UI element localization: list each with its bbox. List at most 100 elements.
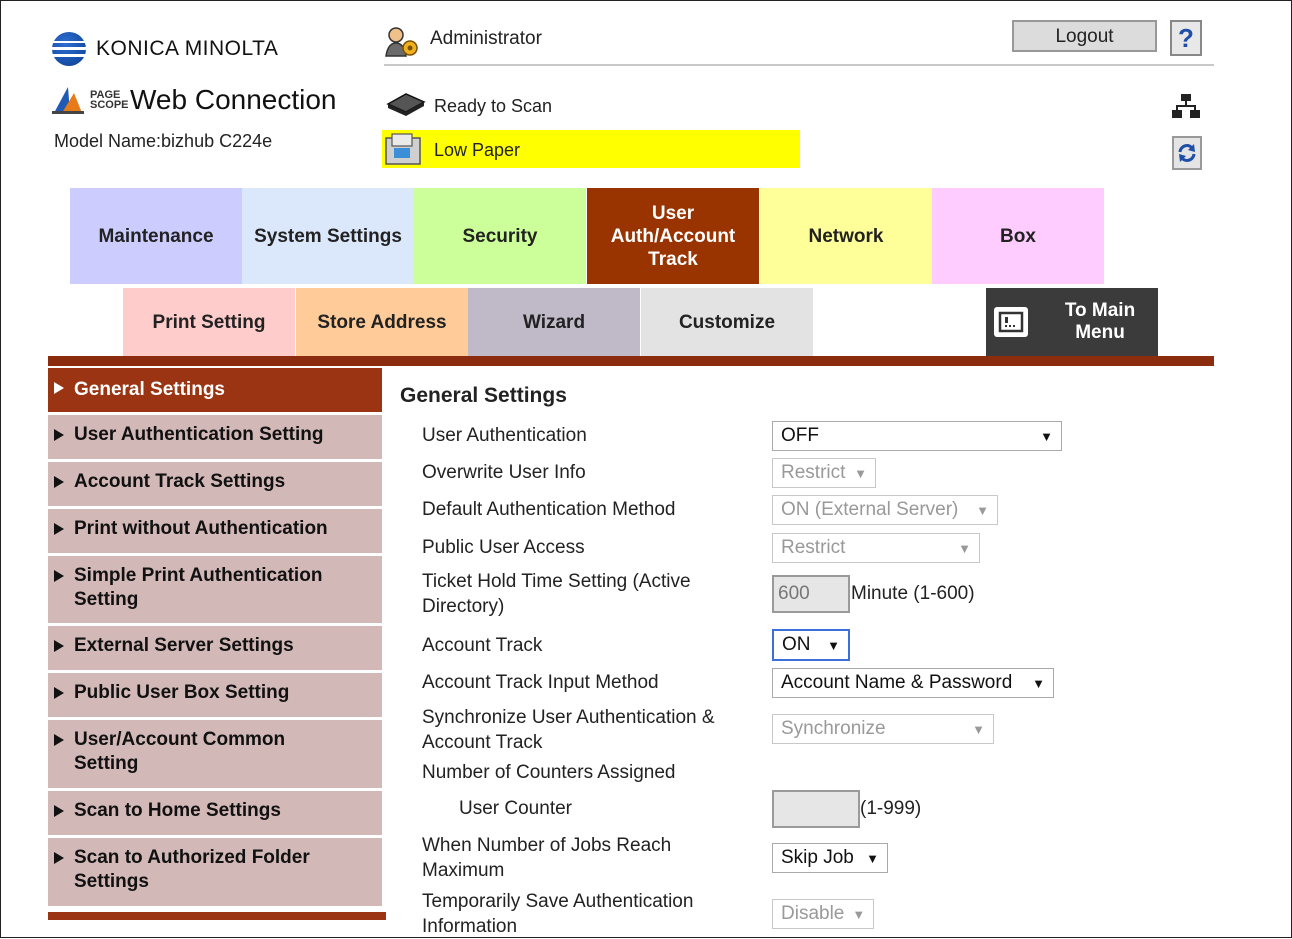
page-title: General Settings — [400, 384, 567, 407]
tab-label: Wizard — [522, 311, 586, 333]
to-main-menu-button[interactable]: To Main Menu — [986, 288, 1158, 356]
arrow-icon — [54, 805, 64, 817]
tab-user-auth-account-track[interactable]: User Auth/Account Track — [587, 188, 759, 284]
sidebar-item-label: Simple Print Authentication Setting — [74, 565, 323, 610]
main-menu-icon — [994, 307, 1028, 337]
sidebar-item-simple-print-authentication[interactable]: Simple Print Authentication Setting — [48, 556, 382, 623]
user-authentication-label: User Authentication — [422, 425, 587, 446]
jobs-reach-maximum-label: When Number of Jobs Reach Maximum — [422, 835, 672, 881]
scanner-icon — [386, 93, 426, 116]
refresh-button[interactable] — [1172, 136, 1202, 170]
sidebar: General Settings User Authentication Set… — [48, 368, 382, 909]
dropdown-arrow-icon: ▼ — [976, 502, 989, 518]
network-icon[interactable] — [1172, 92, 1200, 120]
dropdown-arrow-icon: ▼ — [854, 465, 867, 481]
select-value: Disable — [781, 903, 845, 924]
tab-network[interactable]: Network — [760, 188, 932, 284]
select-value: Restrict — [781, 537, 846, 558]
pagescope-logo: PAGE SCOPE Web Connection — [52, 84, 337, 116]
arrow-icon — [54, 687, 64, 699]
default-auth-method-label: Default Authentication Method — [422, 499, 676, 520]
user-authentication-select[interactable]: OFF ▼ — [772, 421, 1062, 451]
tab-security[interactable]: Security — [414, 188, 586, 284]
tab-print-setting[interactable]: Print Setting — [123, 288, 295, 356]
temp-save-auth-select[interactable]: Disable ▼ — [772, 899, 874, 929]
tab-customize[interactable]: Customize — [641, 288, 813, 356]
dropdown-arrow-icon: ▼ — [827, 637, 840, 653]
tab-box[interactable]: Box — [932, 188, 1104, 284]
tab-label: Store Address — [317, 311, 447, 333]
select-value: OFF — [781, 425, 819, 446]
help-button[interactable]: ? — [1170, 20, 1202, 56]
sidebar-item-user-authentication-setting[interactable]: User Authentication Setting — [48, 415, 382, 459]
header-divider — [384, 64, 1214, 66]
public-user-access-label: Public User Access — [422, 537, 585, 558]
select-value: Account Name & Password — [781, 672, 1013, 693]
content-divider — [48, 356, 1214, 366]
pagescope-text: PAGE SCOPE — [90, 89, 129, 111]
logout-button[interactable]: Logout — [1012, 20, 1157, 52]
dropdown-arrow-icon: ▼ — [1032, 675, 1045, 691]
select-value: ON (External Server) — [781, 499, 959, 520]
dropdown-arrow-icon: ▼ — [852, 906, 866, 922]
public-user-access-select[interactable]: Restrict ▼ — [772, 533, 980, 563]
arrow-icon — [54, 476, 64, 488]
ticket-hold-time-input[interactable]: 600 — [772, 575, 850, 613]
sidebar-item-label: Account Track Settings — [74, 471, 286, 492]
sidebar-item-label: External Server Settings — [74, 635, 294, 656]
sidebar-item-label: Print without Authentication — [74, 518, 328, 539]
device-status: Ready to Scan — [434, 96, 553, 116]
refresh-icon — [1178, 144, 1196, 162]
sidebar-item-external-server-settings[interactable]: External Server Settings — [48, 626, 382, 670]
account-track-select[interactable]: ON ▼ — [772, 629, 850, 661]
sidebar-item-print-without-authentication[interactable]: Print without Authentication — [48, 509, 382, 553]
sidebar-item-account-track-settings[interactable]: Account Track Settings — [48, 462, 382, 506]
arrow-icon — [54, 523, 64, 535]
sidebar-item-public-user-box-setting[interactable]: Public User Box Setting — [48, 673, 382, 717]
tab-label: Customize — [678, 311, 776, 333]
sidebar-bottom-bar — [48, 912, 386, 920]
synchronize-select[interactable]: Synchronize ▼ — [772, 714, 994, 744]
arrow-icon — [54, 382, 64, 394]
temp-save-auth-label: Temporarily Save Authentication Informat… — [422, 891, 694, 937]
dropdown-arrow-icon: ▼ — [972, 721, 985, 737]
sidebar-item-label: User/Account Common Setting — [74, 729, 286, 774]
user-counter-input[interactable] — [772, 790, 860, 828]
tab-wizard[interactable]: Wizard — [468, 288, 640, 356]
tab-label: Security — [462, 225, 538, 247]
account-track-input-method-label: Account Track Input Method — [422, 672, 659, 693]
tab-system-settings[interactable]: System Settings — [242, 188, 414, 284]
globe-icon — [52, 32, 86, 66]
overwrite-user-info-label: Overwrite User Info — [422, 462, 586, 483]
account-track-input-method-select[interactable]: Account Name & Password ▼ — [772, 668, 1054, 698]
sidebar-item-label: Scan to Home Settings — [74, 800, 281, 821]
arrow-icon — [54, 734, 64, 746]
brand-name: KONICA MINOLTA — [96, 37, 279, 60]
product-name: Web Connection — [130, 84, 337, 115]
select-value: Synchronize — [781, 718, 886, 739]
tab-maintenance[interactable]: Maintenance — [70, 188, 242, 284]
synchronize-label: Synchronize User Authentication & Accoun… — [422, 707, 715, 753]
dropdown-arrow-icon: ▼ — [958, 540, 971, 556]
arrow-icon — [54, 852, 64, 864]
sidebar-item-scan-to-authorized-folder[interactable]: Scan to Authorized Folder Settings — [48, 838, 382, 906]
sidebar-item-general-settings[interactable]: General Settings — [48, 368, 382, 412]
sidebar-item-user-account-common-setting[interactable]: User/Account Common Setting — [48, 720, 382, 788]
overwrite-user-info-select[interactable]: Restrict ▼ — [772, 458, 876, 488]
sidebar-item-scan-to-home-settings[interactable]: Scan to Home Settings — [48, 791, 382, 835]
tab-label: Network — [808, 225, 884, 247]
default-auth-method-select[interactable]: ON (External Server) ▼ — [772, 495, 998, 525]
sidebar-item-label: General Settings — [74, 379, 225, 400]
jobs-reach-maximum-select[interactable]: Skip Job ▼ — [772, 843, 888, 873]
administrator-icon — [385, 27, 418, 57]
tab-label: Box — [1000, 225, 1036, 247]
pagescope-icon — [52, 87, 84, 114]
printer-warning-icon — [385, 133, 421, 165]
model-name: Model Name:bizhub C224e — [54, 131, 273, 151]
input-value: 600 — [778, 583, 810, 604]
select-value: Skip Job — [781, 847, 854, 868]
select-value: Restrict — [781, 462, 846, 483]
tab-store-address[interactable]: Store Address — [296, 288, 468, 356]
konica-minolta-logo: KONICA MINOLTA — [52, 32, 278, 66]
tab-label: User Auth/Account Track — [610, 202, 736, 270]
